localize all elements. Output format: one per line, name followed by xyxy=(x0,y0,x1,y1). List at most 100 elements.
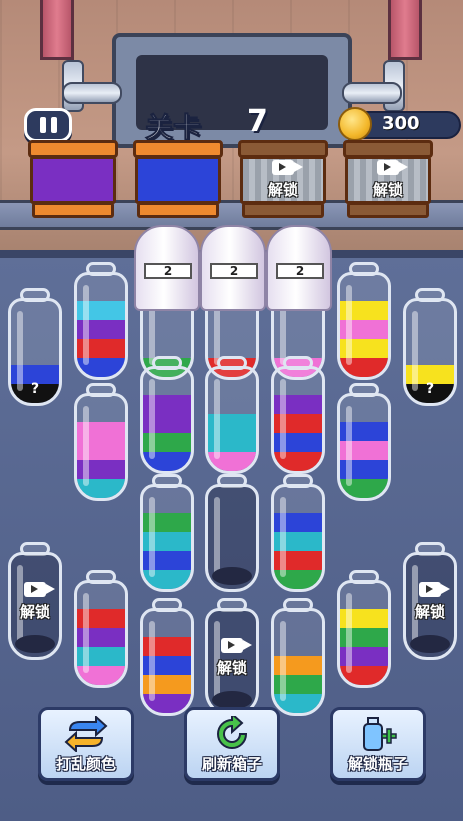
bottle[interactable] xyxy=(337,570,391,688)
glass-shine xyxy=(346,406,352,486)
cover-count-tag: 2 xyxy=(144,263,192,279)
unlock-label: 解锁 xyxy=(372,181,403,199)
locked-bottle[interactable]: 解锁 xyxy=(205,598,259,716)
bottle[interactable] xyxy=(337,383,391,501)
bottle[interactable] xyxy=(140,356,194,474)
covered-bottle: 2 xyxy=(266,225,332,311)
glass-shine xyxy=(346,285,352,365)
right-pipe-elbow xyxy=(342,82,402,104)
bottle-glass xyxy=(205,484,259,592)
video-camera-icon xyxy=(377,160,408,175)
glass-shine xyxy=(412,311,418,391)
color-box[interactable] xyxy=(133,140,223,220)
bottle[interactable] xyxy=(271,598,325,716)
shuffle-colors-label: 打乱颜色 xyxy=(55,755,116,773)
unlock-bottle-button[interactable]: 解锁瓶子 xyxy=(330,707,426,781)
covered-bottle: 2 xyxy=(200,225,266,311)
bottle-glass xyxy=(337,580,391,688)
watch-video-unlock[interactable]: 解锁 xyxy=(403,582,457,622)
bottle[interactable] xyxy=(140,598,194,716)
glass-shine xyxy=(83,593,89,673)
bottle[interactable] xyxy=(140,474,194,592)
bottle[interactable]: ? xyxy=(403,288,457,406)
cover-count-tag: 2 xyxy=(210,263,258,279)
refresh-boxes-button[interactable]: 刷新箱子 xyxy=(184,707,280,781)
locked-bottle[interactable]: 解锁 xyxy=(403,542,457,660)
unlock-label: 解锁 xyxy=(267,181,298,199)
bottle-glass xyxy=(140,484,194,592)
bottle-glass xyxy=(271,484,325,592)
bottle-glass xyxy=(205,366,259,474)
coin-icon xyxy=(338,107,372,141)
glass-shine xyxy=(83,406,89,486)
glass-shine xyxy=(280,379,286,459)
pause-button[interactable] xyxy=(24,108,72,142)
glass-shine xyxy=(214,497,220,577)
box-base xyxy=(242,202,324,218)
bottle-glass xyxy=(140,608,194,716)
bottle[interactable] xyxy=(337,262,391,380)
box-body xyxy=(135,156,221,204)
bottle[interactable] xyxy=(271,474,325,592)
bottle-glass: ? xyxy=(403,298,457,406)
refresh-boxes-label: 刷新箱子 xyxy=(201,755,262,773)
box-base xyxy=(32,202,114,218)
refresh-icon xyxy=(187,711,277,752)
bottle[interactable] xyxy=(74,383,128,501)
watch-video-unlock[interactable]: 解锁 xyxy=(238,160,328,200)
bottle[interactable] xyxy=(271,356,325,474)
level-number: 7 xyxy=(247,104,268,139)
unlock-label: 解锁 xyxy=(216,659,247,677)
box-base xyxy=(347,202,429,218)
bottle-glass xyxy=(337,393,391,501)
unlock-label: 解锁 xyxy=(19,603,50,621)
glass-shine xyxy=(149,379,155,459)
shuffle-colors-button[interactable]: 打乱颜色 xyxy=(38,707,134,781)
watch-video-unlock[interactable]: 解锁 xyxy=(205,638,259,678)
bottle[interactable]: ? xyxy=(8,288,62,406)
unlock-bottle-label: 解锁瓶子 xyxy=(347,755,408,773)
watch-video-unlock[interactable]: 解锁 xyxy=(343,160,433,200)
right-curtain xyxy=(388,0,422,60)
glass-shine xyxy=(149,497,155,577)
glass-shine xyxy=(280,621,286,701)
bottle-glass xyxy=(74,580,128,688)
locked-color-box[interactable]: 解锁 xyxy=(238,140,328,220)
pause-icon xyxy=(39,117,46,133)
covered-bottle: 2 xyxy=(134,225,200,311)
bottle-glass xyxy=(74,393,128,501)
bottle-glass xyxy=(337,272,391,380)
bottle[interactable] xyxy=(205,356,259,474)
video-camera-icon xyxy=(221,638,252,653)
video-camera-icon xyxy=(272,160,303,175)
locked-color-box[interactable]: 解锁 xyxy=(343,140,433,220)
glass-shine xyxy=(83,285,89,365)
video-camera-icon xyxy=(419,582,450,597)
video-camera-icon xyxy=(24,582,55,597)
bottle[interactable] xyxy=(74,262,128,380)
watch-video-unlock[interactable]: 解锁 xyxy=(8,582,62,622)
bottle-glass xyxy=(271,366,325,474)
shuffle-arrows-icon xyxy=(41,714,131,754)
cover-count-tag: 2 xyxy=(276,263,324,279)
bottle-glass xyxy=(140,366,194,474)
bottle-plus-icon xyxy=(333,716,423,752)
coin-value: 300 xyxy=(382,113,420,134)
game-stage: 关卡 7 300 解锁解锁 ??解锁解锁解锁 222 打乱颜色 刷新箱子 xyxy=(0,0,463,821)
bottle-glass xyxy=(74,272,128,380)
bottle[interactable] xyxy=(205,474,259,592)
glass-shine xyxy=(17,311,23,391)
glass-shine xyxy=(214,379,220,459)
bottle[interactable] xyxy=(74,570,128,688)
color-box[interactable] xyxy=(28,140,118,220)
left-pipe-elbow xyxy=(62,82,122,104)
box-base xyxy=(137,202,219,218)
box-body xyxy=(30,156,116,204)
glass-shine xyxy=(280,497,286,577)
bottle-glass: ? xyxy=(8,298,62,406)
glass-shine xyxy=(149,621,155,701)
locked-bottle[interactable]: 解锁 xyxy=(8,542,62,660)
pause-icon xyxy=(50,117,57,133)
left-curtain xyxy=(40,0,74,60)
bottle-glass xyxy=(271,608,325,716)
